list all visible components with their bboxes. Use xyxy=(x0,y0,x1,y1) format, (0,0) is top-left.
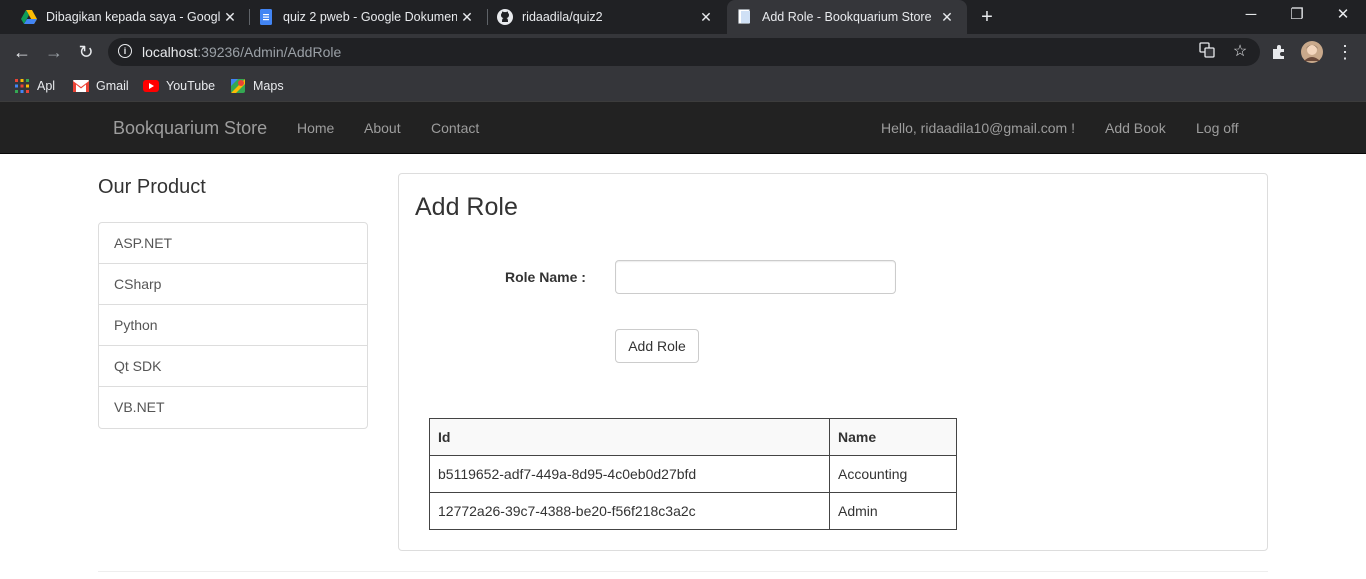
product-item-python[interactable]: Python xyxy=(99,305,367,346)
bookmark-label: Maps xyxy=(253,79,284,93)
tab-google-docs[interactable]: quiz 2 pweb - Google Dokumen ✕ xyxy=(237,0,487,34)
bookmark-apl[interactable]: Apl xyxy=(14,77,55,95)
column-header-id: Id xyxy=(429,418,830,456)
tab-title: ridaadila/quiz2 xyxy=(522,10,603,24)
role-name-label: Role Name : xyxy=(505,269,586,285)
bookmarks-bar: Apl Gmail YouTube Maps xyxy=(0,70,1366,102)
nav-user-greeting[interactable]: Hello, ridaadila10@gmail.com ! xyxy=(881,120,1075,136)
role-id-cell: 12772a26-39c7-4388-be20-f56f218c3a2c xyxy=(429,492,830,530)
roles-table: Id Name b5119652-adf7-449a-8d95-4c0eb0d2… xyxy=(429,418,957,530)
back-arrow-icon[interactable]: ← xyxy=(8,38,36,66)
github-icon xyxy=(497,9,513,25)
column-header-name: Name xyxy=(829,418,957,456)
google-drive-icon xyxy=(21,9,37,25)
minimize-icon[interactable]: ─ xyxy=(1228,0,1274,34)
table-row: 12772a26-39c7-4388-be20-f56f218c3a2c Adm… xyxy=(429,492,957,530)
extensions-icon[interactable] xyxy=(1265,38,1293,66)
youtube-icon xyxy=(143,78,159,94)
translate-icon[interactable] xyxy=(1197,42,1217,62)
star-icon[interactable]: ☆ xyxy=(1230,42,1250,62)
table-row: b5119652-adf7-449a-8d95-4c0eb0d27bfd Acc… xyxy=(429,455,957,493)
tab-title: quiz 2 pweb - Google Dokumen xyxy=(283,10,457,24)
footer-divider xyxy=(98,571,1268,572)
table-header-row: Id Name xyxy=(429,418,957,456)
bookmark-gmail[interactable]: Gmail xyxy=(73,77,129,95)
bookmark-maps[interactable]: Maps xyxy=(230,77,284,95)
reload-icon[interactable]: ↻ xyxy=(72,38,100,66)
tab-title: Add Role - Bookquarium Store xyxy=(762,10,932,24)
nav-log-off[interactable]: Log off xyxy=(1196,120,1239,136)
tab-add-role[interactable]: Add Role - Bookquarium Store ✕ xyxy=(727,0,967,34)
gmail-icon xyxy=(73,78,89,94)
role-name-cell: Accounting xyxy=(829,455,957,493)
role-name-input[interactable] xyxy=(615,260,896,294)
restore-icon[interactable]: ❐ xyxy=(1274,0,1320,34)
browser-tab-strip: Dibagikan kepada saya - Google ✕ quiz 2 … xyxy=(0,0,1366,34)
avatar[interactable] xyxy=(1298,38,1326,66)
site-brand[interactable]: Bookquarium Store xyxy=(113,118,267,139)
nav-about[interactable]: About xyxy=(364,120,401,136)
close-window-icon[interactable]: ✕ xyxy=(1320,0,1366,34)
role-name-cell: Admin xyxy=(829,492,957,530)
add-role-button[interactable]: Add Role xyxy=(615,329,699,363)
page-icon xyxy=(737,9,753,25)
close-icon[interactable]: ✕ xyxy=(696,9,716,26)
bookmark-youtube[interactable]: YouTube xyxy=(143,77,215,95)
bookmark-label: Gmail xyxy=(96,79,129,93)
tab-google-drive[interactable]: Dibagikan kepada saya - Google ✕ xyxy=(0,0,250,34)
product-item-qt-sdk[interactable]: Qt SDK xyxy=(99,346,367,387)
product-item-csharp[interactable]: CSharp xyxy=(99,264,367,305)
nav-add-book[interactable]: Add Book xyxy=(1105,120,1166,136)
tab-github[interactable]: ridaadila/quiz2 ✕ xyxy=(476,0,726,34)
forward-arrow-icon[interactable]: → xyxy=(40,38,68,66)
role-id-cell: b5119652-adf7-449a-8d95-4c0eb0d27bfd xyxy=(429,455,830,493)
url-host: localhost xyxy=(142,44,198,60)
maps-icon xyxy=(230,78,246,94)
tab-title: Dibagikan kepada saya - Google xyxy=(46,10,220,24)
sidebar-title: Our Product xyxy=(98,176,206,198)
google-docs-icon xyxy=(258,9,274,25)
add-role-panel: Add Role Role Name : Add Role Id Name b5… xyxy=(398,173,1268,551)
bookmark-label: Apl xyxy=(37,79,56,93)
nav-home[interactable]: Home xyxy=(297,120,334,136)
product-item-vb-net[interactable]: VB.NET xyxy=(99,387,367,428)
address-bar[interactable]: i localhost:39236/Admin/AddRole ☆ xyxy=(108,38,1260,66)
site-navbar: Bookquarium Store Home About Contact Hel… xyxy=(0,102,1366,154)
browser-toolbar: ← → ↻ i localhost:39236/Admin/AddRole ☆ … xyxy=(0,34,1366,70)
url-text[interactable]: localhost:39236/Admin/AddRole xyxy=(142,44,341,60)
url-path: :39236/Admin/AddRole xyxy=(197,44,342,60)
close-icon[interactable]: ✕ xyxy=(937,9,957,26)
menu-icon[interactable]: ⋮ xyxy=(1331,38,1359,66)
new-tab-button[interactable]: + xyxy=(977,4,997,30)
page-title: Add Role xyxy=(415,193,518,221)
product-item-asp-net[interactable]: ASP.NET xyxy=(99,223,367,264)
bookmark-label: YouTube xyxy=(166,79,216,93)
nav-contact[interactable]: Contact xyxy=(431,120,479,136)
product-list: ASP.NET CSharp Python Qt SDK VB.NET xyxy=(98,222,368,429)
apps-grid-icon xyxy=(14,78,30,94)
info-icon[interactable]: i xyxy=(118,44,132,58)
close-icon[interactable]: ✕ xyxy=(457,9,477,26)
